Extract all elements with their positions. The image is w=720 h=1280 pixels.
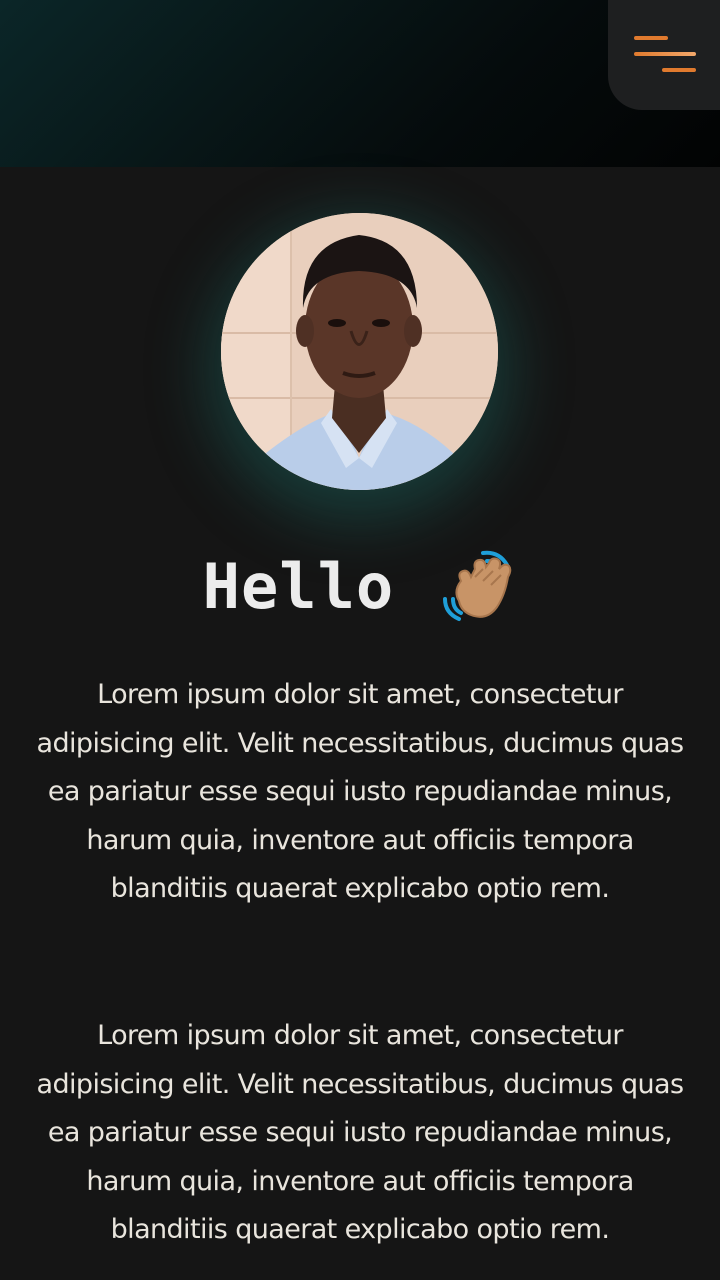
- greeting: Hello: [0, 547, 720, 637]
- profile-photo: [221, 213, 498, 490]
- bio-paragraph: Lorem ipsum dolor sit amet, consectetur …: [36, 1020, 685, 1245]
- waving-hand-icon: [443, 550, 512, 621]
- bio-paragraph: Lorem ipsum dolor sit amet, consectetur …: [36, 679, 685, 904]
- greeting-text: Hello: [202, 549, 395, 623]
- top-header: [0, 0, 720, 167]
- main-content: Hello Lorem ipsum dolor sit amet, consec…: [0, 167, 720, 1280]
- avatar-frame: [221, 213, 498, 490]
- hamburger-menu-icon: [634, 34, 696, 78]
- menu-button[interactable]: [608, 0, 720, 110]
- avatar: [221, 213, 498, 490]
